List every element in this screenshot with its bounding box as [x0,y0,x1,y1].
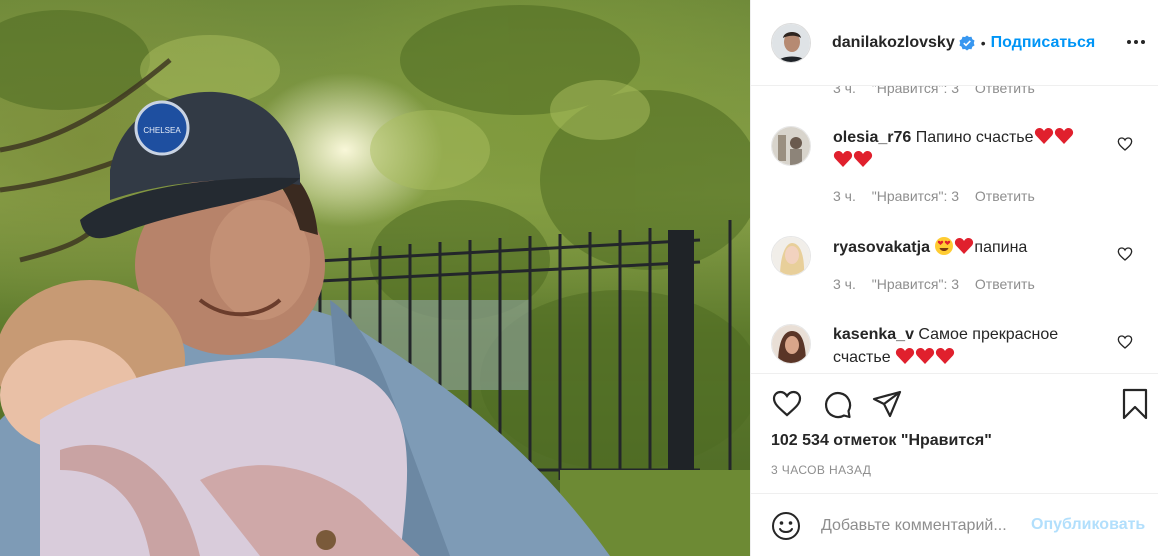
post-actions: 102 534 отметок "Нравится" 3 ЧАСОВ НАЗАД [751,373,1158,493]
red-heart-icon [915,348,935,364]
reply-button[interactable]: Ответить [975,188,1035,204]
photo-illustration: CHELSEA [0,5,750,556]
more-options-icon[interactable] [1125,34,1147,50]
comment-text: Папино счастье [915,129,1034,146]
comment-likes-count[interactable]: "Нравится": 3 [872,188,959,204]
post-photo[interactable]: CHELSEA [0,0,750,556]
red-heart-icon [895,348,915,364]
red-heart-icon [833,151,853,167]
red-heart-icon [935,348,955,364]
avatar[interactable] [771,22,811,63]
comment-body: olesia_r76 Папино счастье [833,126,1113,172]
comment-meta: 3 ч. "Нравится": 3 Ответить [833,276,1047,292]
comment-time: 3 ч. [833,276,856,292]
publish-button[interactable]: Опубликовать [1031,516,1145,534]
heart-outline-icon[interactable] [771,388,803,420]
comment-bubble-icon[interactable] [821,388,853,420]
comment-body: ryasovakatja папина [833,236,1113,259]
bookmark-icon[interactable] [1119,388,1151,420]
avatar[interactable] [771,324,811,364]
comment-text: папина [974,239,1028,256]
red-heart-icon [1034,128,1053,144]
avatar[interactable] [771,126,811,166]
likes-count[interactable]: 102 534 отметок "Нравится" [771,432,992,450]
reply-button[interactable]: Ответить [975,276,1035,292]
comment-username[interactable]: ryasovakatja [833,239,930,256]
add-comment-bar: Опубликовать [751,493,1158,556]
comment-body: kasenka_v Самое прекрасное счастье [833,324,1113,369]
comment-time: 3 ч. [833,188,856,204]
comment-username[interactable]: olesia_r76 [833,129,911,146]
like-comment-icon[interactable] [1117,136,1133,152]
comment-likes-count[interactable]: "Нравится": 3 [872,276,959,292]
paper-plane-icon[interactable] [871,388,903,420]
comments-list[interactable]: 3 ч. "Нравится": 3 Ответить olesia_r76 П… [751,70,1158,373]
red-heart-icon [853,151,873,167]
post-username[interactable]: danilakozlovsky [832,34,955,52]
red-heart-icon [1054,128,1073,144]
header-separator: • [980,34,986,51]
comment-meta: 3 ч. "Нравится": 3 Ответить [833,188,1047,204]
like-comment-icon[interactable] [1117,246,1133,262]
post-side-panel: 3 ч. "Нравится": 3 Ответить olesia_r76 П… [750,0,1158,556]
red-heart-icon [955,238,974,254]
avatar[interactable] [771,236,811,276]
comment-input[interactable] [821,514,1026,538]
smiley-icon[interactable] [771,511,801,541]
comment-username[interactable]: kasenka_v [833,326,914,343]
like-comment-icon[interactable] [1117,334,1133,350]
cap-logo-text: CHELSEA [143,126,181,135]
follow-button[interactable]: Подписаться [991,34,1096,52]
post-time[interactable]: 3 ЧАСОВ НАЗАД [771,463,871,477]
heart-eyes-emoji-icon [935,237,954,255]
verified-badge-icon [959,35,975,50]
post-header: danilakozlovsky • Подписаться [751,0,1158,86]
